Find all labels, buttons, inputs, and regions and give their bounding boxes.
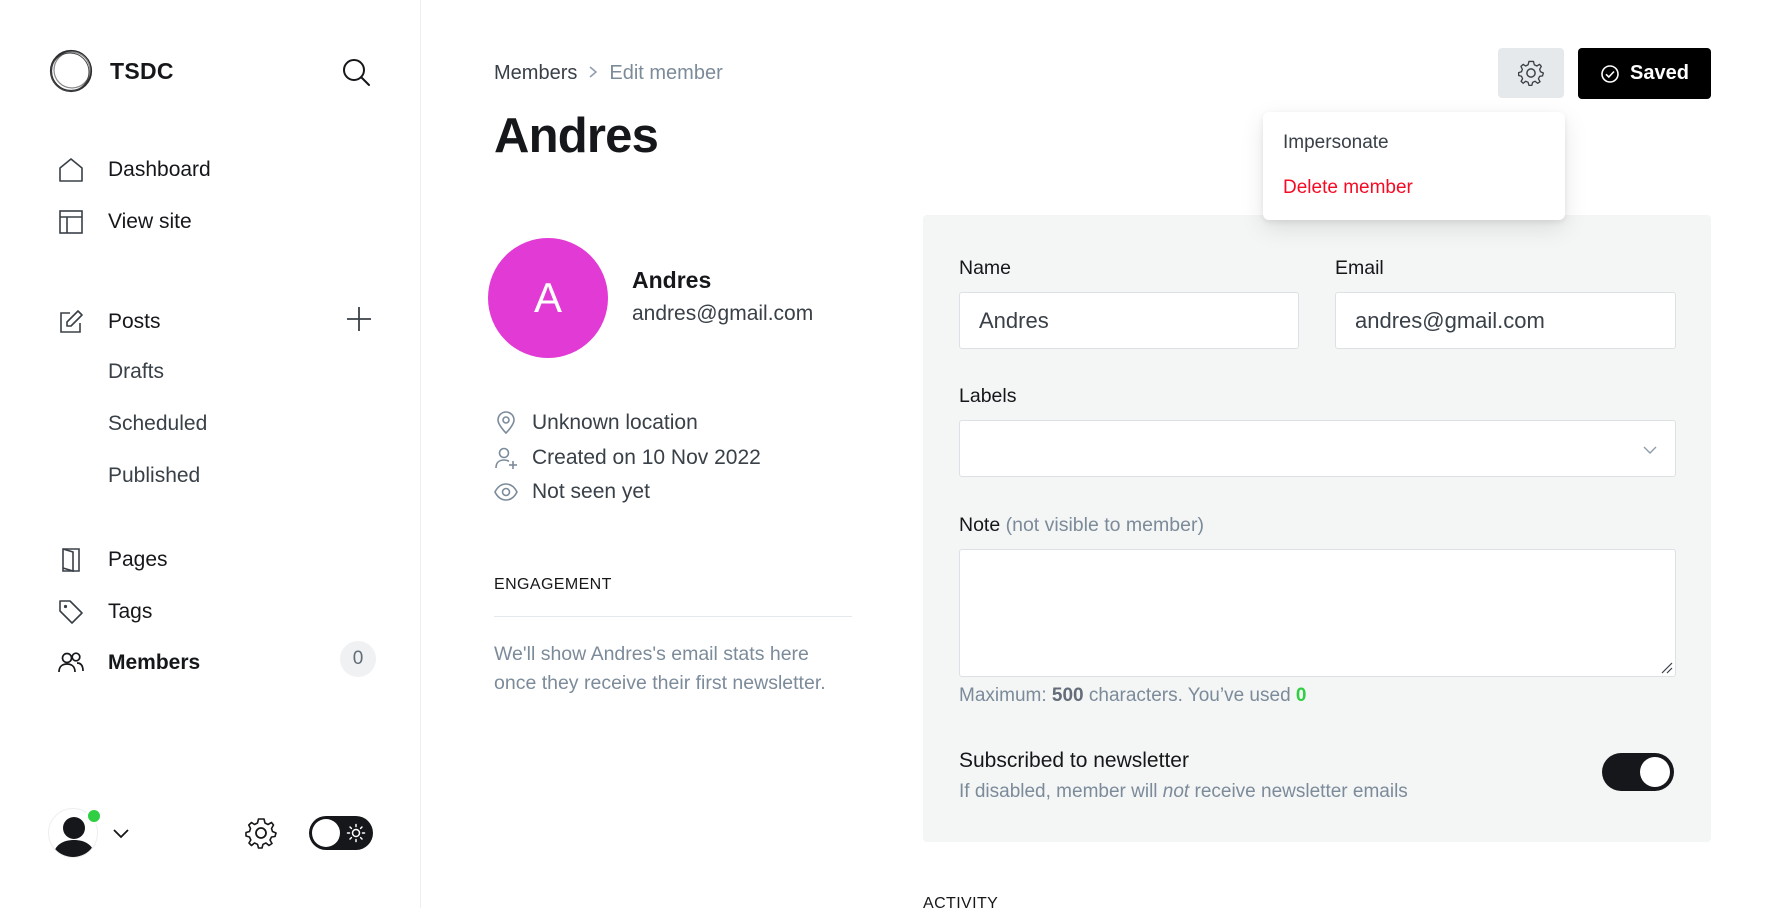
member-email: andres@gmail.com [632, 302, 814, 325]
member-last-seen: Not seen yet [494, 477, 650, 507]
member-avatar: A [488, 238, 608, 358]
breadcrumb-members-link[interactable]: Members [494, 62, 577, 85]
engagement-divider [494, 616, 852, 617]
nav-posts[interactable]: Posts [56, 302, 376, 342]
member-actions-button[interactable] [1498, 48, 1564, 98]
gear-icon[interactable] [244, 816, 278, 850]
plus-icon[interactable] [344, 304, 374, 334]
email-label: Email [1335, 257, 1384, 279]
nav-drafts[interactable]: Drafts [108, 352, 164, 392]
chevron-down-icon[interactable] [110, 822, 132, 844]
saved-button-label: Saved [1630, 62, 1689, 84]
char-count-max: 500 [1051, 685, 1084, 706]
home-icon [56, 155, 86, 185]
nav-dashboard[interactable]: Dashboard [56, 150, 376, 190]
member-location-text: Unknown location [532, 411, 698, 434]
breadcrumb: Members Edit member [494, 62, 723, 85]
sub-desc-emphasis: not [1162, 781, 1190, 802]
gear-icon [1517, 60, 1545, 87]
member-created-text: Created on 10 Nov 2022 [532, 446, 761, 469]
name-label: Name [959, 257, 1012, 279]
delete-member-menu-item[interactable]: Delete member [1283, 177, 1413, 199]
location-pin-icon [494, 411, 518, 435]
toggle-knob [312, 819, 340, 847]
check-circle-icon [1601, 64, 1619, 83]
nav-posts-label: Posts [108, 310, 161, 333]
char-count-used: 0 [1295, 685, 1307, 706]
nav-pages-label: Pages [108, 548, 168, 571]
nav-scheduled[interactable]: Scheduled [108, 404, 207, 444]
note-label-hint: (not visible to member) [1005, 514, 1204, 536]
newsletter-subscription-toggle[interactable] [1602, 753, 1674, 791]
users-icon [56, 648, 86, 678]
brand-logo-icon [49, 49, 93, 93]
engagement-text: We'll show Andres's email stats here onc… [494, 643, 826, 694]
search-icon[interactable] [340, 56, 372, 88]
online-status-dot [86, 808, 102, 824]
pencil-square-icon [56, 307, 86, 337]
brand[interactable]: TSDC [48, 48, 174, 94]
eye-icon [494, 480, 518, 504]
tag-icon [56, 597, 86, 627]
members-count-badge: 0 [340, 641, 376, 677]
member-created: Created on 10 Nov 2022 [494, 443, 761, 473]
theme-toggle[interactable] [309, 816, 373, 850]
member-form-card: Name Andres Email andres@gmail.com Label… [923, 215, 1711, 842]
labels-select[interactable] [959, 420, 1676, 477]
char-count-prefix: Maximum: [959, 685, 1052, 706]
nav-view-site-label: View site [108, 210, 192, 233]
sub-desc-part2: receive newsletter emails [1189, 781, 1408, 802]
note-label: Note (not visible to member) [959, 514, 1204, 537]
labels-label: Labels [959, 385, 1017, 407]
sidebar: TSDC Dashboard View site Posts Drafts Sc… [0, 0, 421, 908]
layout-icon [56, 207, 86, 237]
member-name: Andres [632, 267, 712, 293]
resize-handle-icon[interactable] [1659, 660, 1673, 674]
email-field[interactable]: andres@gmail.com [1335, 292, 1676, 349]
chevron-down-icon [1643, 446, 1657, 454]
name-field[interactable]: Andres [959, 292, 1299, 349]
nav-pages[interactable]: Pages [56, 540, 376, 580]
nav-members[interactable]: Members [56, 643, 376, 683]
nav-tags[interactable]: Tags [56, 592, 376, 632]
brand-name: TSDC [110, 57, 174, 84]
nav-tags-label: Tags [108, 600, 153, 623]
sun-icon [346, 823, 366, 843]
note-char-count: Maximum: 500 characters. You’ve used 0 [959, 685, 1307, 707]
note-label-text: Note [959, 514, 1001, 536]
saved-button[interactable]: Saved [1578, 48, 1711, 99]
nav-view-site[interactable]: View site [56, 202, 376, 242]
member-actions-menu: Impersonate Delete member [1263, 112, 1565, 220]
note-textarea[interactable] [959, 549, 1676, 677]
toggle-knob [1640, 757, 1670, 787]
sub-desc-part1: If disabled, member will [959, 781, 1163, 802]
newsletter-subscription-description: If disabled, member will not receive new… [959, 781, 1408, 803]
nav-members-label: Members [108, 651, 201, 674]
nav-published[interactable]: Published [108, 456, 200, 496]
char-count-middle: characters. You’ve used [1083, 685, 1296, 706]
newsletter-subscription-title: Subscribed to newsletter [959, 749, 1189, 772]
breadcrumb-current: Edit member [609, 62, 723, 84]
member-location: Unknown location [494, 408, 698, 438]
engagement-heading: ENGAGEMENT [494, 576, 612, 593]
page-title: Andres [494, 109, 659, 163]
nav-dashboard-label: Dashboard [108, 158, 211, 181]
impersonate-menu-item[interactable]: Impersonate [1283, 132, 1389, 154]
book-icon [56, 545, 86, 575]
activity-heading: ACTIVITY [923, 895, 999, 908]
chevron-right-icon [587, 63, 599, 84]
member-last-seen-text: Not seen yet [532, 480, 650, 503]
user-add-icon [494, 446, 518, 470]
